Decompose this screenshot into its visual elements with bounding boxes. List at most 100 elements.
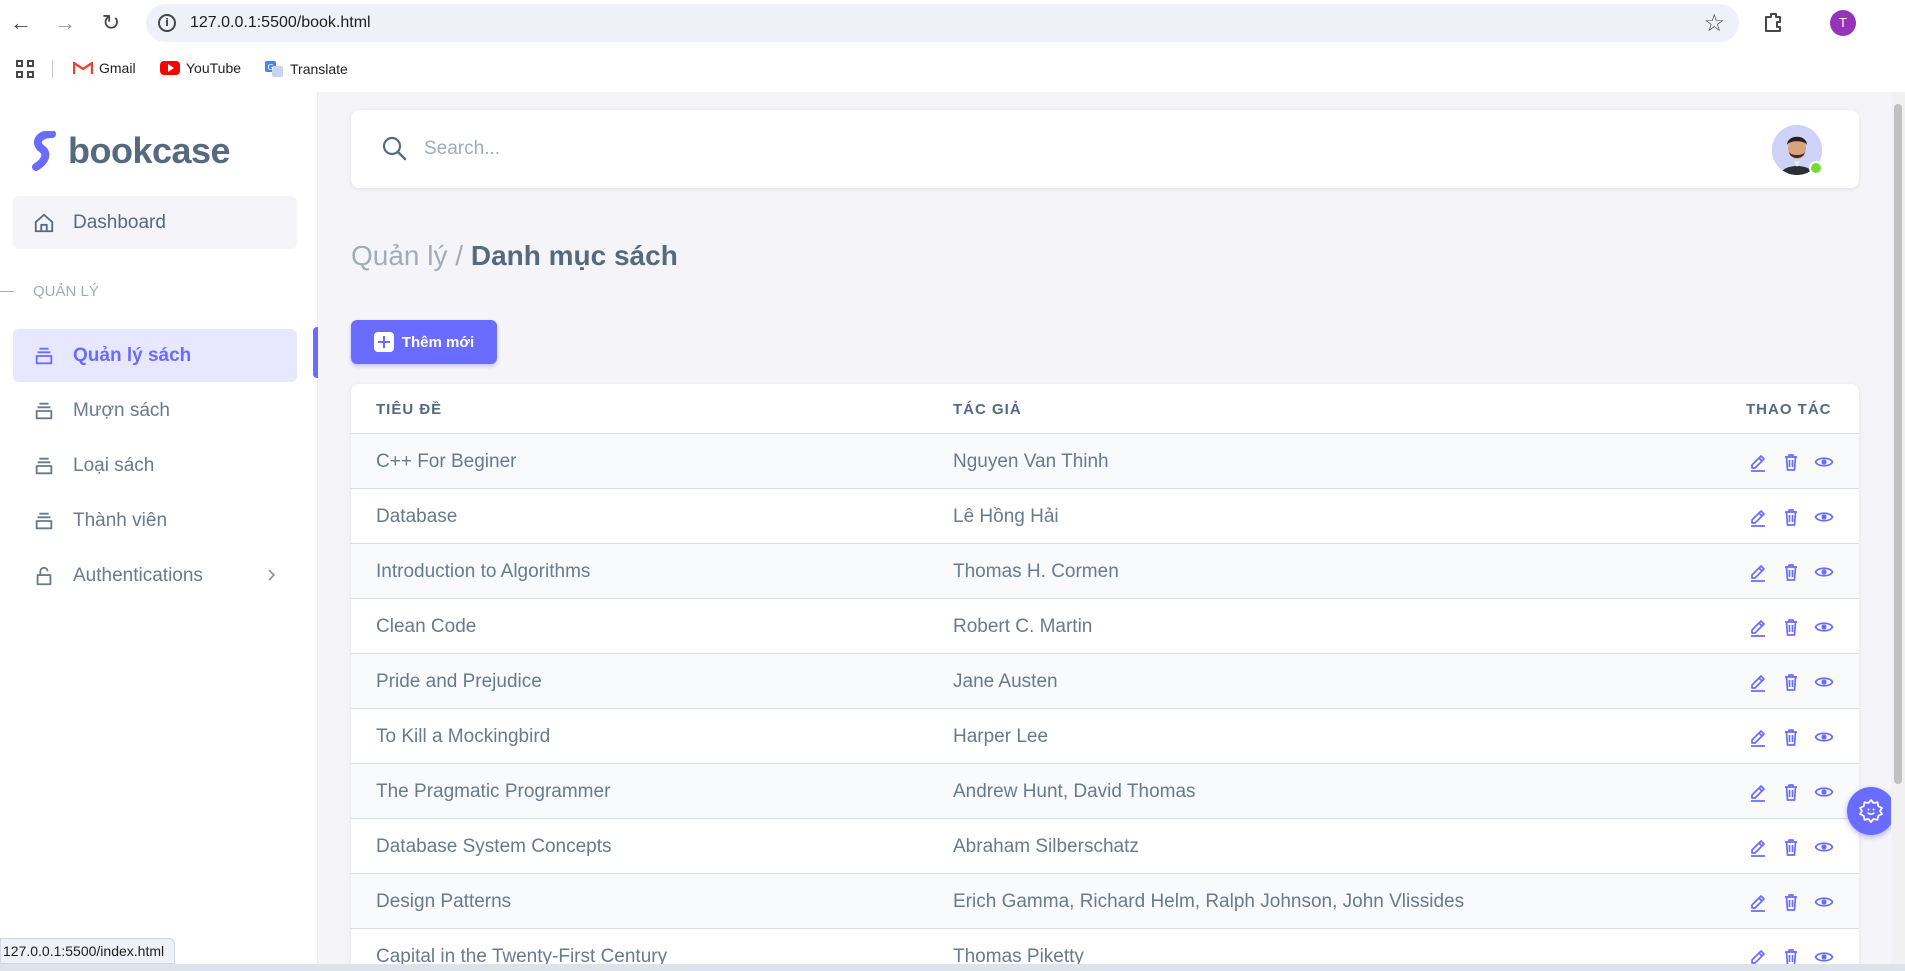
- book-title-cell: The Pragmatic Programmer: [376, 781, 611, 802]
- book-title-cell: Database: [376, 506, 458, 527]
- view-eye-icon[interactable]: [1814, 727, 1834, 747]
- book-author-cell: Robert C. Martin: [953, 616, 1093, 637]
- breadcrumb-parent: Quản lý /: [351, 240, 464, 271]
- view-eye-icon[interactable]: [1814, 672, 1834, 692]
- sidebar-item-authentications[interactable]: Authentications: [13, 549, 297, 602]
- view-eye-icon[interactable]: [1814, 507, 1834, 527]
- book-author-cell: Harper Lee: [953, 726, 1049, 747]
- books-table: TIÊU ĐỀ TÁC GIẢ THAO TÁC C++ For Beginer…: [351, 384, 1859, 971]
- table-header: TIÊU ĐỀ TÁC GIẢ THAO TÁC: [351, 384, 1859, 434]
- youtube-icon: [160, 61, 180, 75]
- row-actions: [1748, 727, 1834, 747]
- site-info-icon[interactable]: i: [158, 14, 176, 32]
- section-divider: [0, 291, 14, 292]
- book-author-cell: Abraham Silberschatz: [953, 836, 1139, 857]
- plus-icon: [373, 332, 394, 352]
- book-title-cell: Clean Code: [376, 616, 477, 637]
- sidebar-section-header: QUẢN LÝ: [0, 283, 99, 300]
- brand-logo[interactable]: bookcase: [30, 130, 231, 172]
- reload-icon[interactable]: ↻: [98, 10, 124, 36]
- bookmark-gmail[interactable]: Gmail: [73, 60, 136, 76]
- edit-icon[interactable]: [1748, 617, 1768, 637]
- extensions-puzzle-icon[interactable]: [1762, 10, 1786, 34]
- table-row[interactable]: Database System Concepts Abraham Silbers…: [351, 819, 1859, 874]
- column-header-author[interactable]: TÁC GIẢ: [953, 401, 1022, 418]
- delete-trash-icon[interactable]: [1781, 727, 1801, 747]
- table-row[interactable]: Design Patterns Erich Gamma, Richard Hel…: [351, 874, 1859, 929]
- column-header-title[interactable]: TIÊU ĐỀ: [376, 401, 442, 418]
- url-text[interactable]: 127.0.0.1:5500/book.html: [190, 14, 371, 32]
- row-actions: [1748, 507, 1834, 527]
- bookmark-star-icon[interactable]: ☆: [1703, 9, 1725, 38]
- sidebar-item-dashboard[interactable]: Dashboard: [13, 196, 297, 249]
- scrollbar-thumb[interactable]: [1894, 104, 1902, 784]
- book-title-cell: Database System Concepts: [376, 836, 612, 857]
- table-row[interactable]: To Kill a Mockingbird Harper Lee: [351, 709, 1859, 764]
- search-icon[interactable]: [380, 134, 408, 162]
- edit-icon[interactable]: [1748, 562, 1768, 582]
- row-actions: [1748, 782, 1834, 802]
- breadcrumb: Quản lý / Danh mục sách: [351, 240, 678, 272]
- sidebar-item-label: Dashboard: [73, 211, 166, 233]
- book-author-cell: Thomas H. Cormen: [953, 561, 1119, 582]
- settings-fab[interactable]: [1847, 787, 1895, 835]
- section-header-label: QUẢN LÝ: [33, 283, 99, 300]
- sidebar-item-thanh-vien[interactable]: Thành viên: [13, 494, 297, 547]
- book-title-cell: Introduction to Algorithms: [376, 561, 591, 582]
- delete-trash-icon[interactable]: [1781, 562, 1801, 582]
- bookmark-youtube[interactable]: YouTube: [160, 60, 241, 76]
- delete-trash-icon[interactable]: [1781, 507, 1801, 527]
- table-row[interactable]: C++ For Beginer Nguyen Van Thinh: [351, 434, 1859, 489]
- edit-icon[interactable]: [1748, 672, 1768, 692]
- book-author-cell: Jane Austen: [953, 671, 1058, 692]
- bookmark-translate[interactable]: G Translate: [264, 60, 348, 78]
- view-eye-icon[interactable]: [1814, 617, 1834, 637]
- edit-icon[interactable]: [1748, 452, 1768, 472]
- edit-icon[interactable]: [1748, 507, 1768, 527]
- edit-icon[interactable]: [1748, 892, 1768, 912]
- view-eye-icon[interactable]: [1814, 452, 1834, 472]
- chevron-right-icon[interactable]: [261, 565, 281, 585]
- browser-toolbar: ← → ↻ i 127.0.0.1:5500/book.html ☆ T: [0, 0, 1905, 46]
- bookmarks-divider: [52, 60, 53, 78]
- delete-trash-icon[interactable]: [1781, 452, 1801, 472]
- table-row[interactable]: Pride and Prejudice Jane Austen: [351, 654, 1859, 709]
- book-title-cell: Pride and Prejudice: [376, 671, 542, 692]
- book-title-cell: Design Patterns: [376, 891, 512, 912]
- view-eye-icon[interactable]: [1814, 562, 1834, 582]
- forward-arrow-icon[interactable]: →: [52, 10, 78, 36]
- brand-name: bookcase: [68, 130, 231, 171]
- add-new-button[interactable]: Thêm mới: [351, 320, 497, 364]
- bookmark-translate-label: Translate: [290, 61, 348, 77]
- search-input[interactable]: [424, 130, 1224, 168]
- sidebar-item-label: Authentications: [73, 564, 203, 586]
- book-author-cell: Nguyen Van Thinh: [953, 451, 1109, 472]
- row-actions: [1748, 672, 1834, 692]
- layers-icon: [35, 347, 53, 364]
- lock-icon: [36, 566, 52, 585]
- row-actions: [1748, 892, 1834, 912]
- table-row[interactable]: The Pragmatic Programmer Andrew Hunt, Da…: [351, 764, 1859, 819]
- delete-trash-icon[interactable]: [1781, 892, 1801, 912]
- sidebar-item-loai-sach[interactable]: Loại sách: [13, 439, 297, 492]
- table-row[interactable]: Database Lê Hồng Hải: [351, 489, 1859, 544]
- edit-icon[interactable]: [1748, 782, 1768, 802]
- page-scrollbar[interactable]: [1891, 92, 1905, 971]
- view-eye-icon[interactable]: [1814, 782, 1834, 802]
- view-eye-icon[interactable]: [1814, 892, 1834, 912]
- table-row[interactable]: Clean Code Robert C. Martin: [351, 599, 1859, 654]
- edit-icon[interactable]: [1748, 837, 1768, 857]
- sidebar-item-muon-sach[interactable]: Mượn sách: [13, 384, 297, 437]
- address-bar[interactable]: i 127.0.0.1:5500/book.html ☆: [146, 4, 1739, 42]
- delete-trash-icon[interactable]: [1781, 672, 1801, 692]
- apps-grid-icon[interactable]: [16, 60, 34, 78]
- view-eye-icon[interactable]: [1814, 837, 1834, 857]
- delete-trash-icon[interactable]: [1781, 617, 1801, 637]
- edit-icon[interactable]: [1748, 727, 1768, 747]
- sidebar-item-quan-ly-sach[interactable]: Quản lý sách: [13, 329, 297, 382]
- delete-trash-icon[interactable]: [1781, 837, 1801, 857]
- profile-avatar[interactable]: T: [1830, 10, 1856, 36]
- delete-trash-icon[interactable]: [1781, 782, 1801, 802]
- back-arrow-icon[interactable]: ←: [8, 10, 34, 36]
- table-row[interactable]: Introduction to Algorithms Thomas H. Cor…: [351, 544, 1859, 599]
